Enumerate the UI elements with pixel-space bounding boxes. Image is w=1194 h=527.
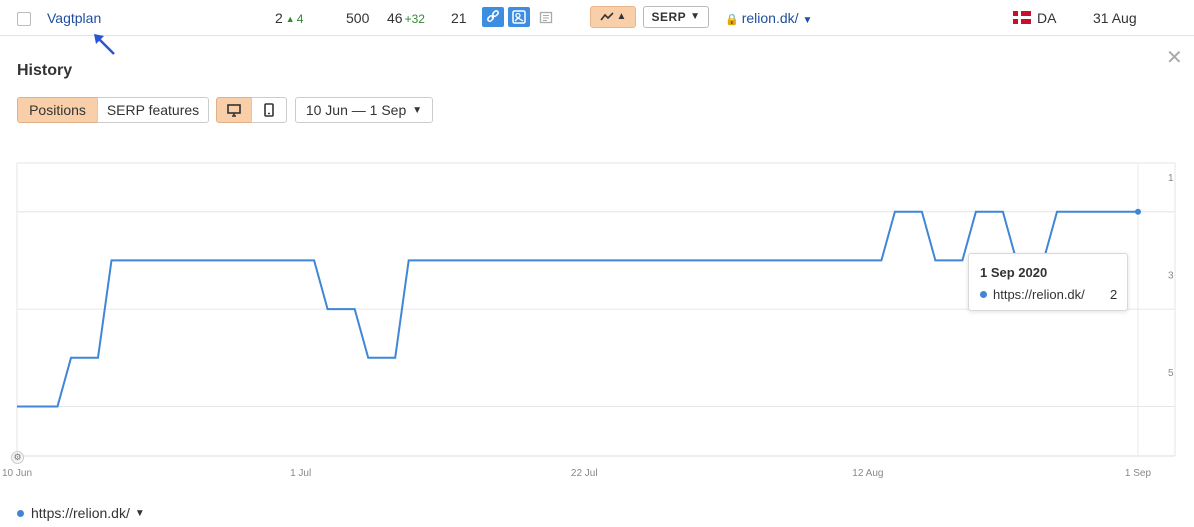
y-tick-label: 5 <box>1168 368 1174 379</box>
y-tick-label: 3 <box>1168 270 1174 281</box>
x-tick-label: 1 Sep <box>1125 468 1152 479</box>
tooltip-url: https://relion.dk/ <box>993 287 1085 302</box>
x-tick-label: 12 Aug <box>852 468 883 479</box>
tooltip-date: 1 Sep 2020 <box>980 265 1048 280</box>
tooltip-value: 2 <box>1110 287 1118 302</box>
chart-legend[interactable]: https://relion.dk/ ▼ <box>17 505 145 521</box>
legend-series-label: https://relion.dk/ <box>31 505 130 521</box>
chart-settings-icon[interactable]: ⚙ <box>11 451 24 464</box>
caret-down-icon: ▼ <box>134 507 145 519</box>
legend-series-dot <box>17 509 24 517</box>
tooltip-series-dot <box>980 291 987 298</box>
series-point <box>1135 208 1141 215</box>
history-chart[interactable]: 1 3 5 10 Jun 1 Jul 22 Jul 12 Aug 1 Sep <box>0 0 1194 490</box>
y-tick-label: 1 <box>1168 173 1174 184</box>
x-tick-label: 10 Jun <box>2 468 32 479</box>
x-tick-label: 1 Jul <box>290 468 311 479</box>
x-tick-label: 22 Jul <box>571 468 598 479</box>
chart-tooltip: 1 Sep 2020 https://relion.dk/ 2 <box>968 253 1128 311</box>
